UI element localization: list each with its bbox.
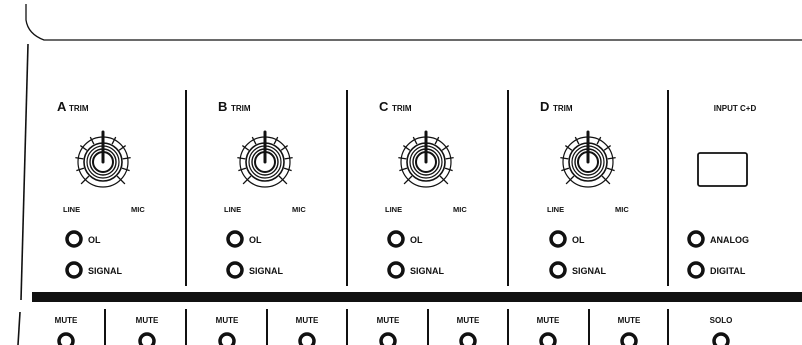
analog-led xyxy=(687,230,705,248)
knob-tick xyxy=(75,156,84,160)
solo-button[interactable] xyxy=(712,332,730,345)
input-cd-title: INPUT C+D xyxy=(714,104,757,113)
trim-knob[interactable] xyxy=(75,130,131,188)
mute-label: MUTE xyxy=(55,316,78,325)
knob-min-label: LINE xyxy=(224,205,241,214)
channel-b: B TRIM LINE MIC OL SIGNAL xyxy=(218,99,306,279)
signal-led-label: SIGNAL xyxy=(572,266,607,276)
knob-max-label: MIC xyxy=(292,205,306,214)
solo-label: SOLO xyxy=(710,316,733,325)
trim-word: TRIM xyxy=(392,104,412,113)
mute-button[interactable] xyxy=(539,332,557,345)
bottom-button-row: MUTE MUTE MUTE MUTE MUTE MUTE MUTE MUTE … xyxy=(55,309,733,345)
mute-button[interactable] xyxy=(620,332,638,345)
channel-a: A TRIM LINE MIC OL SIGNAL xyxy=(57,99,145,279)
knob-tick xyxy=(283,167,292,172)
mute-label: MUTE xyxy=(618,316,641,325)
signal-led xyxy=(65,261,83,279)
knob-tick xyxy=(76,167,85,172)
separator-bar xyxy=(32,292,802,302)
trim-word: TRIM xyxy=(231,104,251,113)
panel-left-edge xyxy=(20,43,29,301)
mute-label: MUTE xyxy=(216,316,239,325)
trim-word: TRIM xyxy=(69,104,89,113)
ol-led xyxy=(65,230,83,248)
mute-label: MUTE xyxy=(537,316,560,325)
knob-tick xyxy=(116,175,126,185)
mute-button[interactable] xyxy=(298,332,316,345)
ol-led-label: OL xyxy=(88,235,101,245)
mute-button[interactable] xyxy=(138,332,156,345)
knob-tick xyxy=(237,156,246,160)
input-cd-section: INPUT C+D ANALOG DIGITAL xyxy=(687,104,757,279)
knob-tick xyxy=(278,175,288,185)
knob-max-label: MIC xyxy=(453,205,467,214)
trim-knob[interactable] xyxy=(398,130,454,188)
ol-led-label: OL xyxy=(249,235,262,245)
knob-min-label: LINE xyxy=(385,205,402,214)
signal-led xyxy=(387,261,405,279)
signal-led xyxy=(549,261,567,279)
signal-led xyxy=(226,261,244,279)
signal-led-label: SIGNAL xyxy=(410,266,445,276)
knob-tick xyxy=(439,175,449,185)
trim-knob[interactable] xyxy=(560,130,616,188)
signal-led-label: SIGNAL xyxy=(88,266,123,276)
knob-min-label: LINE xyxy=(547,205,564,214)
mute-label: MUTE xyxy=(296,316,319,325)
knob-tick xyxy=(565,175,575,185)
mixer-panel-diagram: A TRIM LINE MIC OL SIGNAL B TRIM LINE MI… xyxy=(17,4,802,345)
mute-label: MUTE xyxy=(377,316,400,325)
signal-led-label: SIGNAL xyxy=(249,266,284,276)
knob-max-label: MIC xyxy=(131,205,145,214)
knob-tick xyxy=(121,167,130,172)
trim-letter: A xyxy=(57,99,67,114)
analog-led-label: ANALOG xyxy=(710,235,749,245)
knob-tick xyxy=(445,156,454,160)
knob-tick xyxy=(601,175,611,185)
trim-letter: B xyxy=(218,99,227,114)
ol-led xyxy=(549,230,567,248)
channel-d: D TRIM LINE MIC OL SIGNAL xyxy=(540,99,629,279)
mute-label: MUTE xyxy=(136,316,159,325)
mute-button[interactable] xyxy=(218,332,236,345)
knob-tick xyxy=(607,156,616,160)
knob-min-label: LINE xyxy=(63,205,80,214)
trim-letter: C xyxy=(379,99,389,114)
ol-led xyxy=(387,230,405,248)
knob-tick xyxy=(560,156,569,160)
knob-tick xyxy=(238,167,247,172)
knob-tick xyxy=(403,175,413,185)
mute-button[interactable] xyxy=(379,332,397,345)
trim-knob[interactable] xyxy=(237,130,293,188)
digital-led xyxy=(687,261,705,279)
digital-led-label: DIGITAL xyxy=(710,266,746,276)
trim-letter: D xyxy=(540,99,549,114)
mute-button[interactable] xyxy=(459,332,477,345)
input-select-button[interactable] xyxy=(697,152,748,187)
knob-tick xyxy=(399,167,408,172)
panel-top-edge xyxy=(25,4,802,41)
mute-label: MUTE xyxy=(457,316,480,325)
knob-tick xyxy=(606,167,615,172)
trim-word: TRIM xyxy=(553,104,573,113)
knob-tick xyxy=(242,175,252,185)
knob-tick xyxy=(122,156,131,160)
channel-c: C TRIM LINE MIC OL SIGNAL xyxy=(379,99,467,279)
ol-led-label: OL xyxy=(410,235,423,245)
panel-left-edge-lower xyxy=(17,311,21,345)
ol-led-label: OL xyxy=(572,235,585,245)
knob-tick xyxy=(398,156,407,160)
knob-tick xyxy=(444,167,453,172)
knob-tick xyxy=(284,156,293,160)
knob-tick xyxy=(80,175,90,185)
knob-max-label: MIC xyxy=(615,205,629,214)
section-dividers xyxy=(185,90,669,286)
knob-tick xyxy=(561,167,570,172)
ol-led xyxy=(226,230,244,248)
mute-button[interactable] xyxy=(57,332,75,345)
